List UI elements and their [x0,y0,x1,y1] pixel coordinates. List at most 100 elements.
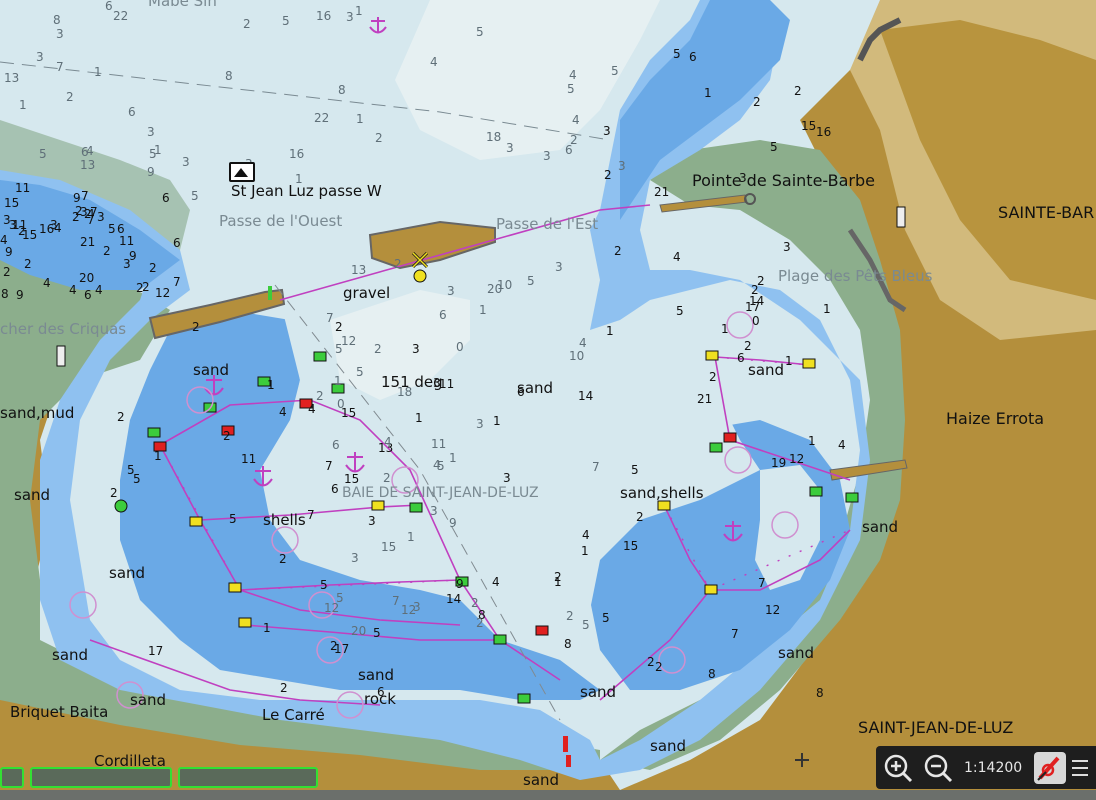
depth-sounding: 1 [407,530,415,544]
depth-sounding: 9 [16,288,24,302]
place-name-pointe: Pointe de Sainte-Barbe [692,171,875,190]
depth-sounding: 22 [113,9,128,23]
nautical-chart[interactable]: 22521171731071162251514 21420313158124151… [0,0,1096,800]
depth-sounding: 1 [334,374,342,388]
depth-sounding: 2 [375,131,383,145]
depth-sounding: 5 [676,304,684,318]
depth-sounding: 2 [279,552,287,566]
menu-button[interactable] [1072,750,1094,786]
depth-sounding: 3 [123,257,131,271]
depth-sounding: 11 [15,181,30,195]
depth-sounding: 3 [618,159,626,173]
depth-sounding: 2 [316,389,324,403]
seabed-label: sand [650,737,686,755]
tab-1[interactable] [0,767,24,788]
depth-sounding: 15 [4,196,19,210]
depth-sounding: 2 [709,370,717,384]
map-toolbar: 1:14200 [876,746,1096,789]
depth-sounding: 18 [486,130,501,144]
depth-sounding: 16 [816,125,831,139]
depth-sounding: 4 [582,528,590,542]
depth-sounding: 5 [320,578,328,592]
depth-sounding: 2 [394,257,402,271]
depth-sounding: 0 [456,340,464,354]
seabed-label: sand [14,486,50,504]
depth-sounding: 3 [430,504,438,518]
faint-name-criquas: cher des Criquas [0,320,127,338]
beacon-green-icon [268,286,272,300]
photo-label[interactable]: St Jean Luz passe W [231,182,382,200]
zoom-out-button[interactable] [920,750,956,786]
menu-icon-bar [1072,766,1089,769]
bottom-tabs[interactable] [0,767,318,790]
depth-sounding: 14 [578,389,593,403]
depth-sounding: 1 [355,4,363,18]
depth-sounding: 6 [173,236,181,250]
depth-sounding: 1 [449,451,457,465]
depth-sounding: 9 [456,577,464,591]
depth-sounding: 5 [527,274,535,288]
depth-sounding: 5 [476,25,484,39]
depth-sounding: 6 [737,351,745,365]
depth-sounding: 4 [569,68,577,82]
tab-3[interactable] [178,767,318,788]
depth-sounding: 7 [81,189,89,203]
seabed-label: sand,shells [620,484,704,502]
beacon-yellow-icon [413,269,427,283]
depth-sounding: 12 [765,603,780,617]
depth-sounding: 7 [325,459,333,473]
depth-sounding: 1 [154,143,162,157]
depth-sounding: 21 [654,185,669,199]
light-green-icon [114,499,128,513]
menu-icon-bar [1072,773,1089,776]
photo-icon[interactable] [229,162,255,182]
depth-sounding: 3 [783,240,791,254]
depth-sounding: 2 [647,655,655,669]
seabed-label: sand [523,771,559,789]
depth-sounding: 4 [572,113,580,127]
depth-sounding: 8 [1,287,9,301]
zoom-in-button[interactable] [880,750,916,786]
depth-sounding: 16 [289,147,304,161]
depth-sounding: 8 [225,69,233,83]
place-name-briquet-baita: Briquet Baita [10,703,109,721]
depth-sounding: 22 [314,111,329,125]
depth-sounding: 3 [3,213,11,227]
depth-sounding: 1 [704,86,712,100]
depth-sounding: 6 [689,50,697,64]
green-buoy [147,427,161,438]
seabed-label: sand [517,379,553,397]
tab-2[interactable] [30,767,172,788]
green-buoy [845,492,859,503]
depth-sounding: 5 [567,82,575,96]
green-buoy [493,634,507,645]
depth-sounding: 12 [341,334,356,348]
green-buoy [313,351,327,362]
depth-sounding: 3 [412,342,420,356]
depth-sounding: 6 [332,438,340,452]
depth-sounding: 4 [69,283,77,297]
lighthouse-icon [56,345,66,367]
depth-sounding: 1 [94,65,102,79]
depth-sounding: 4 [95,283,103,297]
depth-sounding: 4 [43,276,51,290]
beacon-red-icon [566,755,571,767]
yellow-buoy [228,582,242,593]
seabed-label: sand [862,518,898,536]
depth-sounding: 2 [223,429,231,443]
depth-sounding: 13 [80,158,95,172]
depth-sounding: 6 [128,105,136,119]
depth-sounding: 4 [430,55,438,69]
scale-readout: 1:14200 [964,759,1023,776]
depth-sounding: 9 [147,165,155,179]
route-button[interactable] [1032,750,1068,786]
depth-sounding: 6 [105,0,113,13]
depth-sounding: 3 [603,124,611,138]
depth-sounding: 2 [753,95,761,109]
depth-sounding: 8 [708,667,716,681]
depth-sounding: 5 [611,64,619,78]
depth-sounding: 12 [789,452,804,466]
depth-sounding: 15 [801,119,816,133]
depth-sounding: 2 [794,84,802,98]
depth-sounding: 3 [351,551,359,565]
